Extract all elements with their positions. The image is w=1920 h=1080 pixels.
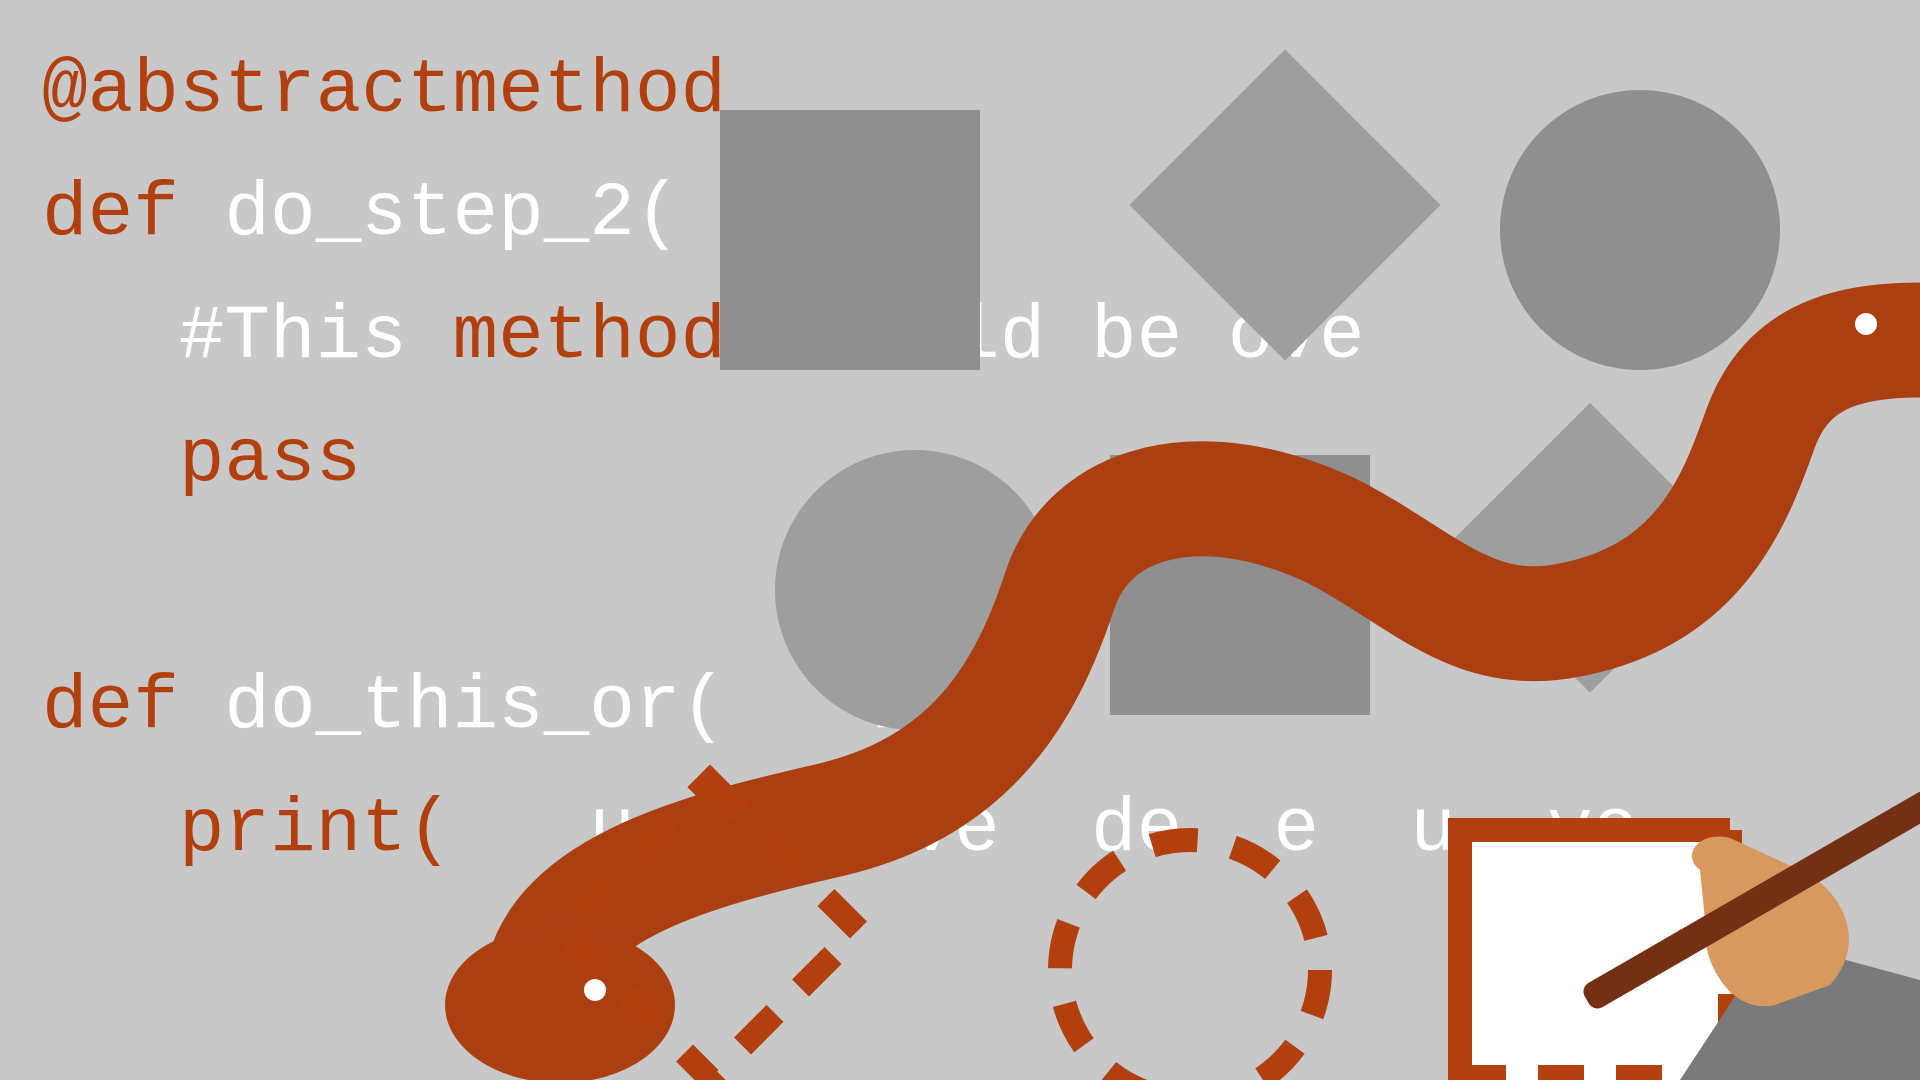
diamond-shape-icon xyxy=(1129,49,1440,360)
illustration-stage: @abstractmethod def do_step_2( ): #This … xyxy=(0,0,1920,1080)
square-shape-icon xyxy=(720,110,980,370)
illustration-svg xyxy=(0,0,1920,1080)
dashed-circle-icon xyxy=(1060,840,1320,1080)
circle-shape-icon xyxy=(1500,90,1780,370)
